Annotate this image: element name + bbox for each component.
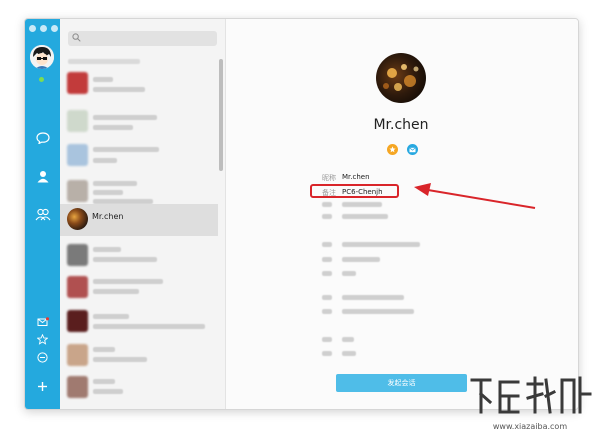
section-header	[68, 59, 140, 64]
selected-contact-name: Mr.chen	[92, 212, 124, 221]
zoom-window-button[interactable]	[51, 25, 58, 32]
contacts-icon[interactable]	[25, 165, 60, 187]
contact-avatar	[67, 72, 88, 94]
contact-avatar	[67, 310, 88, 332]
contact-list-item[interactable]	[60, 139, 218, 173]
contact-list-item[interactable]	[60, 67, 218, 101]
watermark-domain: www.xiazaiba.com	[493, 422, 567, 431]
nav-sidebar	[25, 19, 60, 409]
mail-badge-icon[interactable]	[407, 144, 418, 155]
contact-avatar	[67, 110, 88, 132]
online-status-dot	[39, 77, 44, 82]
watermark-logo: www.xiazaiba.com	[470, 376, 592, 431]
search-input[interactable]	[68, 31, 217, 46]
groups-icon[interactable]	[25, 203, 60, 225]
contact-list-item[interactable]	[60, 271, 218, 305]
minimize-window-button[interactable]	[40, 25, 47, 32]
nickname-value: Mr.chen	[342, 173, 370, 181]
chat-icon[interactable]	[25, 127, 60, 149]
contact-avatar	[67, 144, 88, 166]
nickname-label: 昵称	[322, 174, 336, 182]
contact-list-scrollbar[interactable]	[219, 59, 223, 171]
start-chat-button[interactable]: 发起会话	[336, 374, 467, 392]
window-controls	[29, 25, 58, 32]
remark-highlight-box	[310, 184, 399, 198]
contact-avatar	[67, 344, 88, 366]
contact-avatar	[67, 180, 88, 202]
contact-list-panel: Mr.chen	[60, 19, 226, 409]
search-icon	[72, 33, 81, 42]
app-window: Mr.chen Mr.chen 昵称 Mr.chen 备注 PC6-Chenjh…	[24, 18, 579, 410]
contact-list-item[interactable]	[60, 105, 218, 139]
star-badge-icon[interactable]	[387, 144, 398, 155]
selected-contact-avatar	[67, 208, 88, 230]
close-window-button[interactable]	[29, 25, 36, 32]
contact-list-item[interactable]	[60, 239, 218, 273]
profile-name: Mr.chen	[373, 117, 429, 133]
contact-list-item-selected[interactable]: Mr.chen	[60, 204, 218, 236]
profile-avatar	[376, 53, 426, 103]
contact-avatar	[67, 244, 88, 266]
add-icon[interactable]	[25, 375, 60, 397]
profile-panel: Mr.chen 昵称 Mr.chen 备注 PC6-Chenjh 发起会话	[226, 19, 578, 409]
minus-icon[interactable]	[25, 346, 60, 368]
contact-list-item[interactable]	[60, 371, 218, 405]
contact-list-item[interactable]	[60, 305, 218, 339]
contact-avatar	[67, 276, 88, 298]
self-avatar[interactable]	[30, 45, 54, 69]
contact-list-item[interactable]	[60, 339, 218, 373]
contact-avatar	[67, 376, 88, 398]
